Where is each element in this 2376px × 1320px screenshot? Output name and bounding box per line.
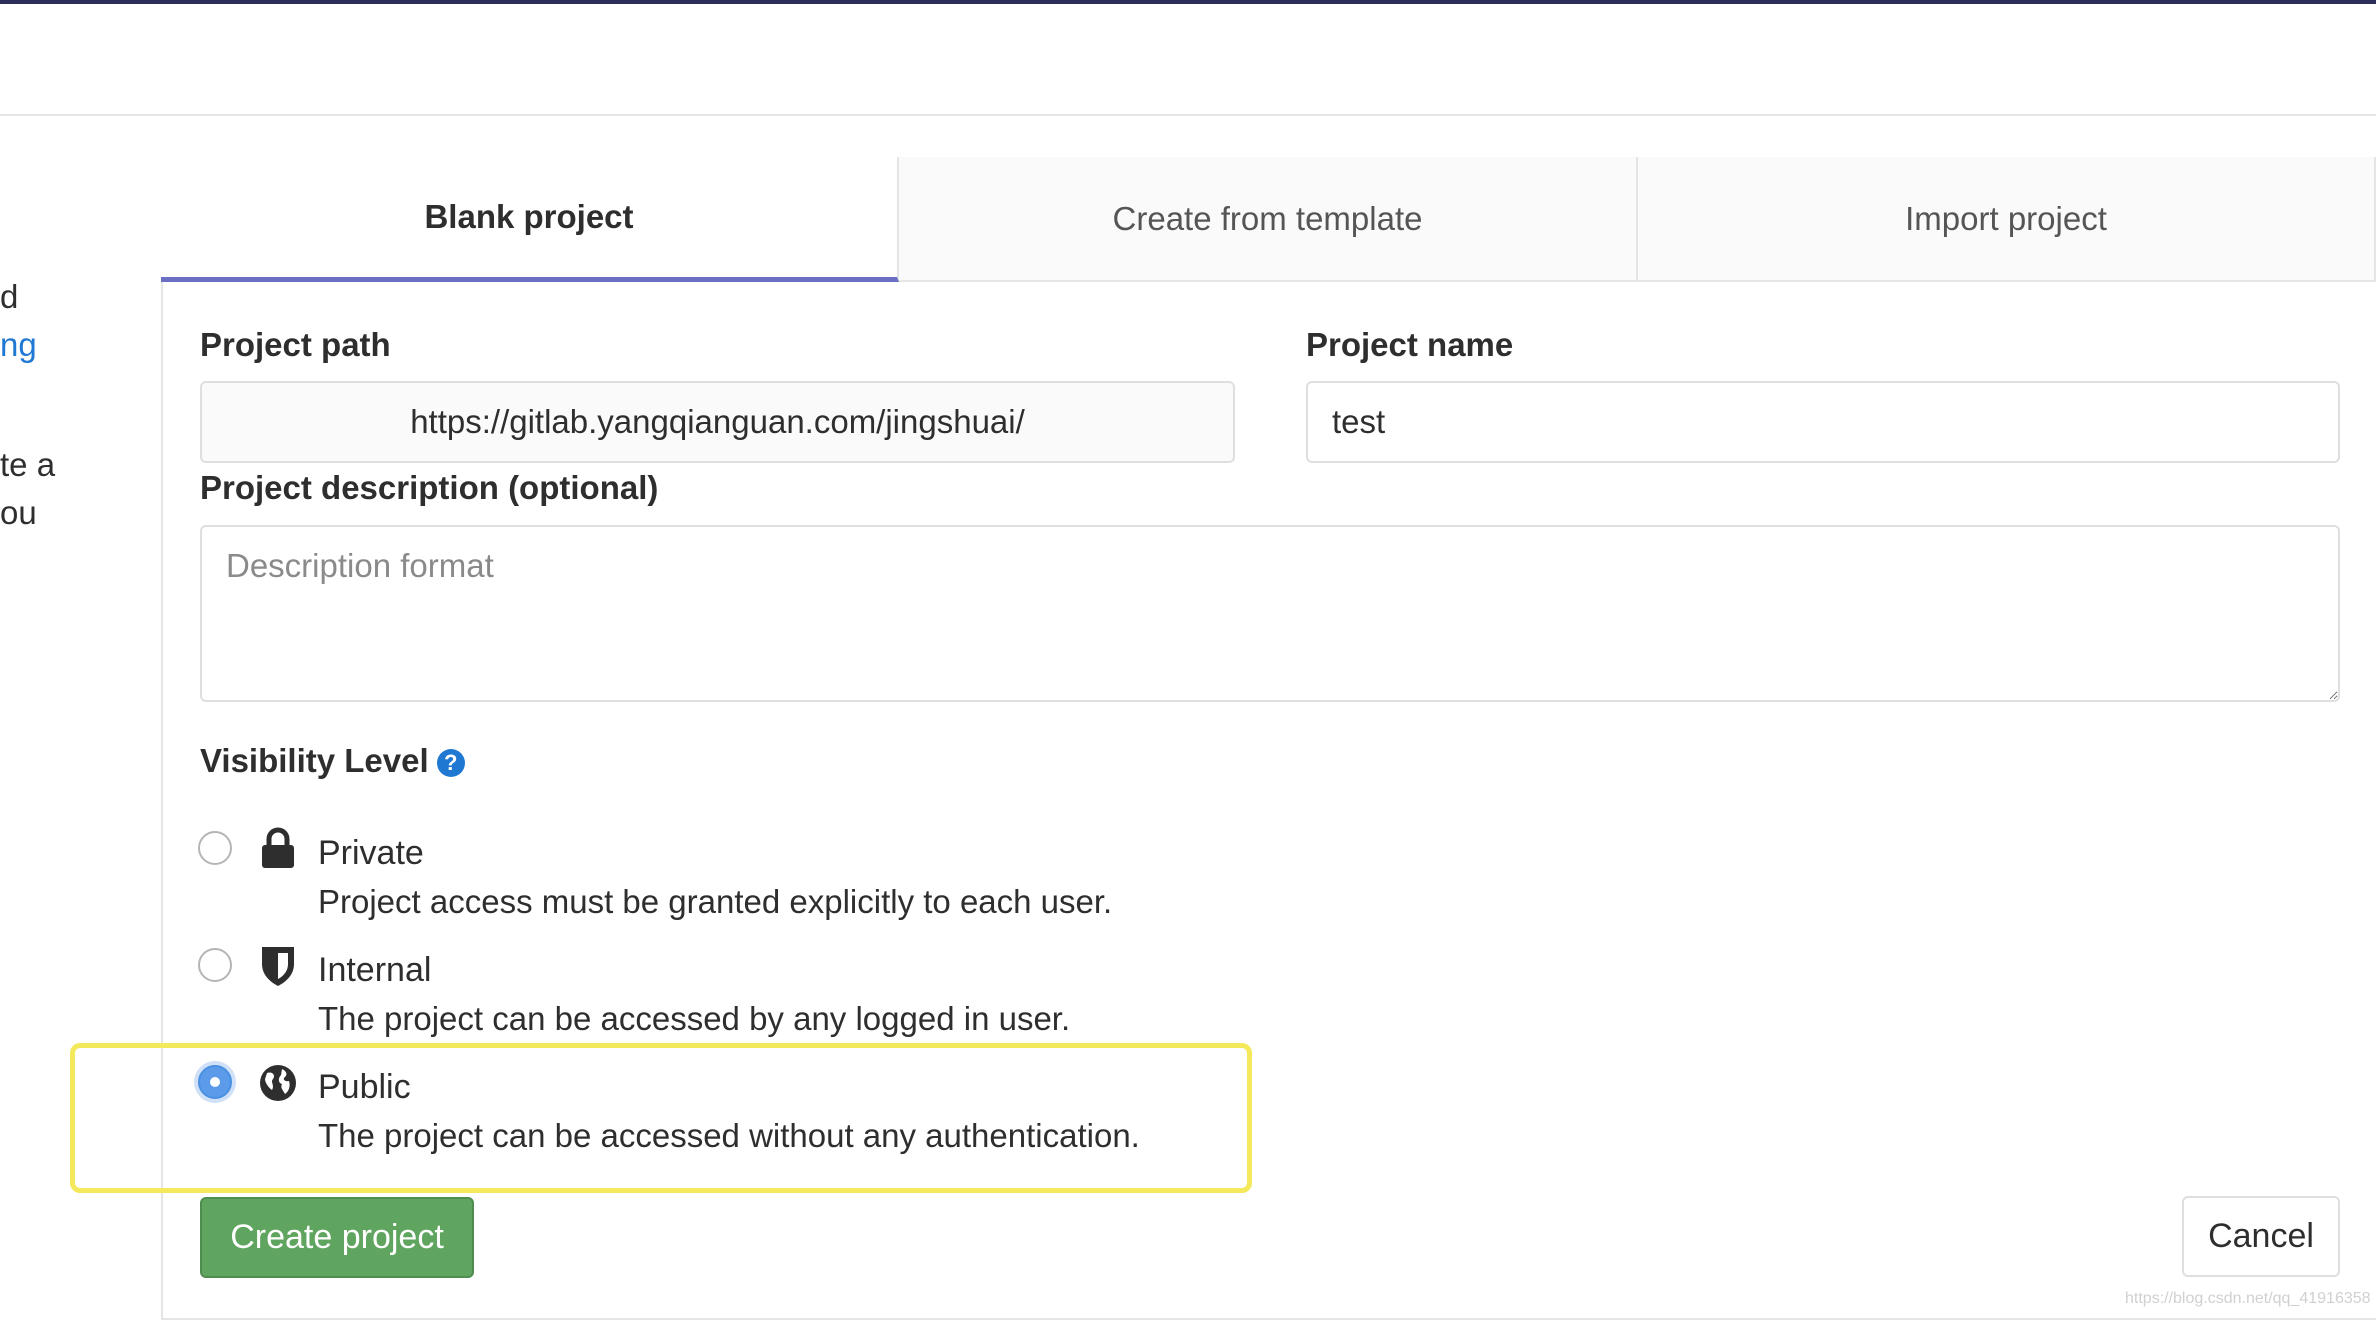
project-name-label: Project name xyxy=(1306,326,1514,363)
shield-icon xyxy=(262,947,294,986)
tab-blank-project[interactable]: Blank project xyxy=(161,157,899,282)
help-icon[interactable]: ? xyxy=(436,749,465,778)
visibility-title-private: Private xyxy=(318,834,424,872)
visibility-title-public: Public xyxy=(318,1068,411,1106)
lock-icon xyxy=(262,827,294,868)
globe-icon xyxy=(260,1065,296,1101)
visibility-radio-public[interactable] xyxy=(198,1065,232,1099)
sidebar-text-fragment: ou xyxy=(0,494,37,531)
cancel-button[interactable]: Cancel xyxy=(2182,1196,2340,1277)
visibility-level-text: Visibility Level xyxy=(200,742,429,779)
project-name-input[interactable] xyxy=(1306,381,2340,463)
tab-import-project[interactable]: Import project xyxy=(1638,157,2376,282)
sidebar-link-fragment[interactable]: ng xyxy=(0,325,37,365)
visibility-description-public: The project can be accessed without any … xyxy=(318,1117,1140,1154)
visibility-title-internal: Internal xyxy=(318,951,432,989)
visibility-level-label: Visibility Level? xyxy=(200,742,465,780)
project-description-label: Project description (optional) xyxy=(200,469,659,506)
sidebar-text-fragment: d xyxy=(0,278,19,315)
visibility-radio-private[interactable] xyxy=(198,831,232,865)
visibility-radio-internal[interactable] xyxy=(198,948,232,982)
project-tabs: Blank project Create from template Impor… xyxy=(161,157,2376,282)
project-path-label: Project path xyxy=(200,326,391,363)
visibility-description-private: Project access must be granted explicitl… xyxy=(318,883,1113,920)
watermark: https://blog.csdn.net/qq_41916358 xyxy=(2125,1290,2371,1307)
sidebar-text-fragment: te a xyxy=(0,446,56,483)
visibility-description-internal: The project can be accessed by any logge… xyxy=(318,1000,1071,1037)
page-header xyxy=(0,4,2376,116)
project-path-input[interactable] xyxy=(200,381,1235,463)
create-project-button[interactable]: Create project xyxy=(200,1197,474,1278)
tab-create-from-template[interactable]: Create from template xyxy=(899,157,1638,282)
project-description-textarea[interactable] xyxy=(200,525,2340,702)
